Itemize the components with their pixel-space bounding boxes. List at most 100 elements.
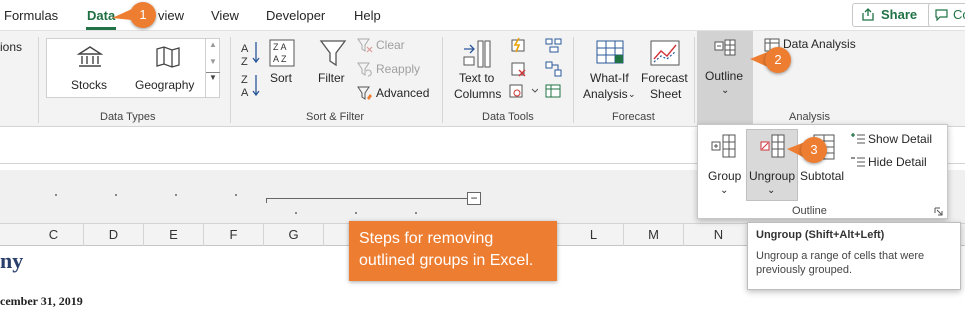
scroll-up-icon[interactable]: ▲	[206, 40, 220, 49]
outline-dot	[295, 212, 297, 214]
sort-button[interactable]: Z A A Z Sort	[267, 37, 299, 97]
column-header[interactable]: L	[564, 224, 624, 246]
sort-icon: Z A A Z	[269, 39, 295, 67]
forecast-label-2: Sheet	[650, 87, 682, 101]
tooltip-body: Ungroup a range of cells that were previ…	[756, 250, 925, 276]
flash-fill-icon[interactable]	[510, 37, 528, 53]
reapply-icon	[357, 62, 372, 77]
sort-az-button[interactable]: AZZA	[240, 39, 262, 99]
scroll-down-icon[interactable]: ▼	[206, 57, 220, 66]
column-header[interactable]: N	[684, 224, 754, 246]
outline-dot	[235, 194, 237, 196]
text-to-columns-label-1: Text to	[459, 71, 495, 85]
group-dropdown-icon: ⌄	[720, 185, 729, 196]
tab-view[interactable]: View	[211, 8, 239, 23]
share-label: Share	[881, 7, 918, 22]
tab-data[interactable]: Data	[87, 8, 115, 23]
svg-text:A Z: A Z	[273, 54, 287, 64]
column-header[interactable]: F	[204, 224, 264, 246]
comments-button[interactable]: Co	[928, 3, 965, 27]
outline-group-bracket	[266, 198, 267, 203]
group-icon	[711, 134, 736, 158]
outline-button[interactable]: Outline ⌄	[697, 31, 753, 127]
filter-label: Filter	[318, 71, 345, 85]
separator	[38, 37, 39, 123]
tab-help[interactable]: Help	[354, 8, 381, 23]
forecast-sheet-button[interactable]: Forecast Sheet	[641, 37, 689, 107]
sheet-title-fragment: ny	[0, 248, 24, 273]
relationships-icon[interactable]	[545, 61, 563, 77]
comment-icon	[935, 9, 948, 21]
gallery-more-icon[interactable]: ▼	[206, 72, 220, 82]
what-if-icon	[596, 40, 624, 64]
gallery-scroll[interactable]: ▲ ▼ ▼	[205, 38, 220, 98]
what-if-label-2: Analysis	[583, 87, 628, 101]
active-tab-underline	[86, 27, 116, 30]
outline-dropdown-icon: ⌄	[721, 85, 730, 96]
forecast-label-1: Forecast	[641, 71, 688, 85]
ungroup-button[interactable]: Ungroup ⌄	[746, 129, 798, 201]
data-validation-icon[interactable]	[508, 83, 538, 99]
forecast-sheet-icon	[650, 40, 680, 66]
what-if-dropdown-icon: ⌄	[628, 89, 636, 99]
sort-az-icon: AZZA	[241, 42, 260, 99]
tab-formulas[interactable]: Formulas	[4, 8, 58, 23]
reapply-button[interactable]: Reapply	[357, 61, 427, 79]
outline-dot	[355, 212, 357, 214]
advanced-button[interactable]: Advanced	[357, 85, 437, 103]
show-detail-button[interactable]: Show Detail	[850, 131, 946, 149]
column-header[interactable]: D	[84, 224, 144, 246]
outline-dot	[55, 194, 57, 196]
svg-text:Z A: Z A	[273, 42, 287, 52]
collapse-group-button[interactable]: −	[467, 192, 481, 205]
hide-detail-button[interactable]: Hide Detail	[850, 154, 946, 172]
funnel-icon	[319, 40, 347, 67]
sort-filter-group-label: Sort & Filter	[306, 111, 365, 123]
consolidate-icon[interactable]	[545, 37, 563, 53]
callout-step-3: 3	[801, 137, 827, 163]
what-if-analysis-button[interactable]: What-If Analysis ⌄	[582, 37, 638, 107]
outline-icon	[714, 39, 736, 56]
callout-step-2: 2	[765, 47, 791, 73]
advanced-filter-icon	[357, 86, 372, 100]
outline-dropdown-footer: Outline	[792, 205, 827, 217]
separator	[442, 37, 443, 123]
ungroup-label: Ungroup	[749, 169, 796, 183]
outline-dot	[115, 194, 117, 196]
clear-label: Clear	[376, 38, 405, 52]
hide-detail-icon	[851, 157, 865, 167]
filter-button[interactable]: Filter	[315, 37, 351, 97]
comments-label: Co	[953, 7, 965, 22]
separator	[573, 37, 574, 123]
reapply-label: Reapply	[376, 62, 421, 76]
tab-review[interactable]: view	[158, 8, 184, 23]
ungroup-icon	[760, 134, 785, 158]
dialog-launcher-icon[interactable]	[934, 207, 943, 216]
manage-data-model-icon[interactable]	[545, 83, 563, 99]
geography-label: Geography	[135, 78, 195, 92]
sort-label: Sort	[270, 71, 293, 85]
note-line-1: Steps for removing	[359, 230, 494, 247]
geography-button[interactable]: Geography	[135, 41, 201, 97]
stocks-button[interactable]: Stocks	[63, 41, 119, 97]
tab-developer[interactable]: Developer	[266, 8, 325, 23]
separator	[230, 37, 231, 123]
column-header[interactable]: G	[264, 224, 324, 246]
map-icon	[156, 46, 180, 68]
ungroup-tooltip: Ungroup (Shift+Alt+Left) Ungroup a range…	[747, 222, 961, 290]
group-button[interactable]: Group ⌄	[702, 129, 746, 201]
text-to-columns-button[interactable]: Text to Columns	[452, 37, 506, 107]
stocks-label: Stocks	[71, 78, 108, 92]
column-header[interactable]: C	[24, 224, 84, 246]
outline-dot	[175, 194, 177, 196]
column-header[interactable]: E	[144, 224, 204, 246]
note-line-2: outlined groups in Excel.	[359, 252, 534, 269]
clear-button[interactable]: Clear	[357, 37, 427, 55]
text-to-columns-label-2: Columns	[454, 87, 502, 101]
date-fragment: cember 31, 2019	[0, 294, 83, 308]
svg-text:Z: Z	[241, 74, 248, 86]
instruction-note: Steps for removing outlined groups in Ex…	[349, 221, 557, 281]
remove-duplicates-icon[interactable]	[510, 61, 528, 77]
ribbon: ions Stocks Geography ▲ ▼ ▼ Data Types A…	[0, 31, 965, 127]
column-header[interactable]: M	[624, 224, 684, 246]
